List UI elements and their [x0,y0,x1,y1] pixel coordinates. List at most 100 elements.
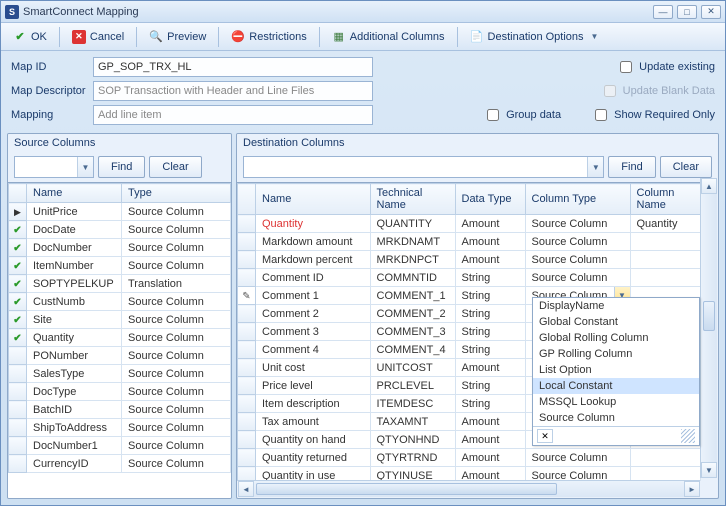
map-id-field[interactable] [93,57,373,77]
show-required-checkbox[interactable]: Show Required Only [591,106,715,124]
table-row[interactable]: Quantity returnedQTYRTRNDAmountSource Co… [238,449,701,467]
additional-columns-button[interactable]: ▦ Additional Columns [326,27,451,47]
table-row[interactable]: DocNumber1Source Column [9,437,231,455]
cell-coltype[interactable]: Source Column [525,269,630,287]
cell-name: CustNumb [27,293,122,311]
restrictions-button[interactable]: ⛔ Restrictions [225,27,312,47]
cell-technical: COMMENT_1 [370,287,455,305]
destination-filter-combo[interactable]: ▼ [243,156,604,178]
cell-type: Translation [122,275,231,293]
scroll-track[interactable] [254,481,684,497]
map-descriptor-field[interactable] [93,81,373,101]
cell-coltype[interactable]: Source Column [525,449,630,467]
destination-clear-button[interactable]: Clear [660,156,712,178]
update-existing-checkbox[interactable]: Update existing [616,58,715,76]
dropdown-close-button[interactable]: ✕ [537,429,553,443]
close-button[interactable]: ✕ [701,5,721,19]
cell-name: DocDate [27,221,122,239]
column-type-dropdown[interactable]: DisplayNameGlobal ConstantGlobal Rolling… [532,297,700,446]
destination-find-button[interactable]: Find [608,156,655,178]
table-row[interactable]: Markdown percentMRKDNPCTAmountSource Col… [238,251,701,269]
table-row[interactable]: ✔DocNumberSource Column [9,239,231,257]
checkbox-icon[interactable] [595,109,607,121]
source-grid[interactable]: Name Type ▶UnitPriceSource Column✔DocDat… [8,182,231,498]
dropdown-item[interactable]: DisplayName [533,298,699,314]
cancel-button[interactable]: ✕ Cancel [66,27,130,47]
dropdown-item[interactable]: Global Constant [533,314,699,330]
table-row[interactable]: ✔SiteSource Column [9,311,231,329]
checkbox-icon[interactable] [487,109,499,121]
scroll-down-button[interactable]: ▼ [701,462,717,478]
table-row[interactable]: Markdown amountMRKDNAMTAmountSource Colu… [238,233,701,251]
col-name[interactable]: Name [27,184,122,203]
col-datatype[interactable]: Data Type [455,184,525,215]
col-colname[interactable]: Column Name [630,184,701,215]
table-row[interactable]: ShipToAddressSource Column [9,419,231,437]
cell-coltype[interactable]: Source Column [525,215,630,233]
scroll-up-button[interactable]: ▲ [701,178,717,194]
horizontal-scrollbar[interactable]: ◄ ► [238,480,700,497]
source-filter-combo[interactable]: ▼ [14,156,94,178]
dropdown-item[interactable]: Global Rolling Column [533,330,699,346]
table-row[interactable]: ▶UnitPriceSource Column [9,203,231,221]
cell-name: Quantity [256,215,371,233]
dropdown-item[interactable]: MSSQL Lookup [533,394,699,410]
cell-technical: COMMENT_2 [370,305,455,323]
destination-options-button[interactable]: 📄 Destination Options ▼ [464,27,605,47]
table-row[interactable]: ✔DocDateSource Column [9,221,231,239]
scroll-right-button[interactable]: ► [684,481,700,497]
table-row[interactable]: ✔CustNumbSource Column [9,293,231,311]
row-indicator: ✔ [9,221,27,239]
table-row[interactable]: PONumberSource Column [9,347,231,365]
table-row[interactable]: DocTypeSource Column [9,383,231,401]
dropdown-item[interactable]: Source Column [533,410,699,426]
dropdown-item[interactable]: GP Rolling Column [533,346,699,362]
dropdown-item[interactable]: List Option [533,362,699,378]
cell-technical: COMMENT_4 [370,341,455,359]
chevron-down-icon[interactable]: ▼ [587,157,603,177]
check-icon: ✔ [13,279,21,290]
maximize-button[interactable]: □ [677,5,697,19]
table-row[interactable]: BatchIDSource Column [9,401,231,419]
chevron-down-icon[interactable]: ▼ [77,157,93,177]
table-row[interactable]: Quantity in useQTYINUSEAmountSource Colu… [238,467,701,482]
col-name[interactable]: Name [256,184,371,215]
minimize-button[interactable]: — [653,5,673,19]
table-row[interactable]: ✔QuantitySource Column [9,329,231,347]
scroll-thumb[interactable] [256,483,557,495]
cell-datatype: String [455,323,525,341]
table-row[interactable]: ✔SOPTYPELKUPTranslation [9,275,231,293]
vertical-scrollbar[interactable]: ▲ ▼ [700,178,717,478]
table-row[interactable]: SalesTypeSource Column [9,365,231,383]
table-row[interactable]: CurrencyIDSource Column [9,455,231,473]
checkbox-icon[interactable] [620,61,632,73]
cell-name: Site [27,311,122,329]
group-data-checkbox[interactable]: Group data [483,106,561,124]
row-indicator: ✔ [9,311,27,329]
preview-icon: 🔍 [149,30,163,44]
source-find-button[interactable]: Find [98,156,145,178]
cell-coltype[interactable]: Source Column [525,233,630,251]
preview-button[interactable]: 🔍 Preview [143,27,212,47]
row-indicator [9,347,27,365]
table-row[interactable]: QuantityQUANTITYAmountSource ColumnQuant… [238,215,701,233]
col-technical[interactable]: Technical Name [370,184,455,215]
resize-grip-icon[interactable] [681,429,695,443]
cell-name: Markdown percent [256,251,371,269]
source-clear-button[interactable]: Clear [149,156,201,178]
scroll-thumb[interactable] [703,301,715,331]
scroll-track[interactable] [701,194,717,462]
scroll-left-button[interactable]: ◄ [238,481,254,497]
table-row[interactable]: Comment IDCOMMNTIDStringSource Column [238,269,701,287]
row-indicator [9,401,27,419]
chevron-down-icon: ▼ [591,32,599,41]
table-row[interactable]: ✔ItemNumberSource Column [9,257,231,275]
map-id-label: Map ID [11,61,93,73]
col-coltype[interactable]: Column Type [525,184,630,215]
cell-coltype[interactable]: Source Column [525,251,630,269]
mapping-field[interactable] [93,105,373,125]
dropdown-item[interactable]: Local Constant [533,378,699,394]
cell-coltype[interactable]: Source Column [525,467,630,482]
col-type[interactable]: Type [122,184,231,203]
ok-button[interactable]: ✔ OK [7,27,53,47]
